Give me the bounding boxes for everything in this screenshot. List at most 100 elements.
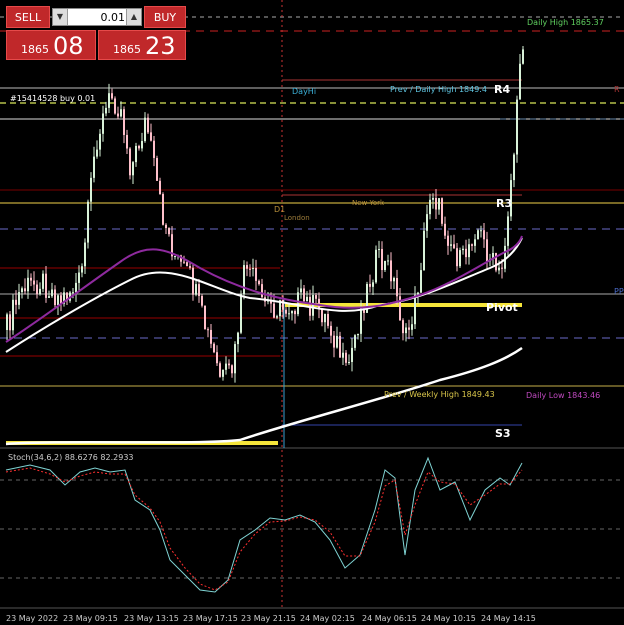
candle <box>162 194 164 225</box>
time-axis-label: 24 May 10:15 <box>421 614 476 623</box>
candle <box>75 282 77 293</box>
candle <box>441 198 443 224</box>
pivot-label: Pivot <box>486 301 518 314</box>
candle <box>519 63 521 100</box>
candle <box>84 242 86 267</box>
daily-low-label: Daily Low 1843.46 <box>526 391 600 400</box>
candle <box>420 270 422 293</box>
lot-size-field[interactable]: ▼ ▲ <box>52 8 142 26</box>
candle <box>78 272 80 283</box>
daily-high-label: Daily High 1865.37 <box>527 18 604 27</box>
moving-average-mid <box>5 235 523 343</box>
r4-label: R4 <box>494 83 510 96</box>
candle <box>141 141 143 149</box>
candle <box>501 267 503 269</box>
candle <box>225 363 227 370</box>
time-axis-label: 23 May 21:15 <box>241 614 296 623</box>
buy-button[interactable]: BUY <box>144 6 186 28</box>
candle <box>345 352 347 363</box>
candle <box>213 343 215 353</box>
lot-down-icon[interactable]: ▼ <box>53 9 68 25</box>
new-york-label: New York <box>352 199 385 207</box>
candle <box>24 288 26 292</box>
candle <box>27 277 29 292</box>
candle <box>219 363 221 377</box>
time-axis-label: 23 May 17:15 <box>183 614 238 623</box>
candle <box>168 228 170 235</box>
pp-label: PP <box>614 287 624 296</box>
sell-button[interactable]: SELL <box>6 6 50 28</box>
candle <box>372 282 374 287</box>
candle <box>396 278 398 297</box>
candle <box>306 296 308 302</box>
candle <box>48 296 50 298</box>
london-label: London <box>284 214 310 222</box>
dayhi-label: DayHi <box>292 87 316 96</box>
candle <box>426 214 428 231</box>
candle <box>402 320 404 334</box>
candle <box>330 325 332 336</box>
candle <box>348 361 350 363</box>
candle <box>123 109 125 135</box>
candle <box>360 307 362 334</box>
candle <box>414 294 416 325</box>
candle <box>477 230 479 240</box>
candle <box>339 335 341 358</box>
bid-price[interactable]: 1865 08 <box>6 30 96 60</box>
candle <box>381 249 383 271</box>
candle <box>210 329 212 344</box>
candle <box>93 156 95 178</box>
candle <box>387 260 389 262</box>
lot-up-icon[interactable]: ▲ <box>126 9 141 25</box>
candle <box>36 284 38 295</box>
candle <box>234 344 236 374</box>
candle <box>192 267 194 295</box>
ask-price[interactable]: 1865 23 <box>98 30 186 60</box>
candle <box>42 273 44 289</box>
candle <box>483 230 485 240</box>
candle <box>324 313 326 323</box>
candle <box>15 299 17 305</box>
candle <box>474 239 476 246</box>
r3-label: R3 <box>496 197 512 210</box>
prev-weekly-high-label: Prev / Weekly High 1849.43 <box>384 390 495 399</box>
price-chart[interactable]: #15414528 buy 0.01 DayHi Prev / Daily High… <box>0 0 624 625</box>
time-axis-label: 24 May 06:15 <box>362 614 417 623</box>
candle <box>354 335 356 348</box>
candle <box>228 363 230 366</box>
candle <box>336 335 338 348</box>
candle <box>423 230 425 271</box>
candle <box>39 288 41 295</box>
candle <box>291 311 293 314</box>
candle <box>315 295 317 299</box>
candle <box>405 327 407 334</box>
d1-label: D1 <box>274 205 285 214</box>
bid-price-pips: 08 <box>53 32 84 60</box>
candle <box>186 262 188 267</box>
candle <box>435 198 437 210</box>
candle <box>390 260 392 282</box>
candle <box>513 154 515 181</box>
candle <box>96 149 98 157</box>
time-axis-label: 24 May 02:15 <box>300 614 355 623</box>
candle <box>105 107 107 114</box>
candle <box>246 265 248 269</box>
candle <box>468 244 470 258</box>
candle <box>201 295 203 306</box>
candle <box>429 199 431 215</box>
candle <box>453 244 455 249</box>
lot-size-input[interactable] <box>69 9 125 25</box>
candle <box>120 109 122 117</box>
candle <box>498 267 500 271</box>
candle <box>237 332 239 345</box>
candle <box>285 309 287 314</box>
candle <box>471 244 473 246</box>
candle <box>243 265 245 295</box>
candle <box>261 284 263 298</box>
candle <box>252 267 254 269</box>
candle <box>411 324 413 330</box>
stoch-label: Stoch(34,6,2) 88.6276 82.2933 <box>8 453 134 462</box>
candle <box>12 299 14 331</box>
candle <box>165 224 167 229</box>
candle <box>87 201 89 243</box>
